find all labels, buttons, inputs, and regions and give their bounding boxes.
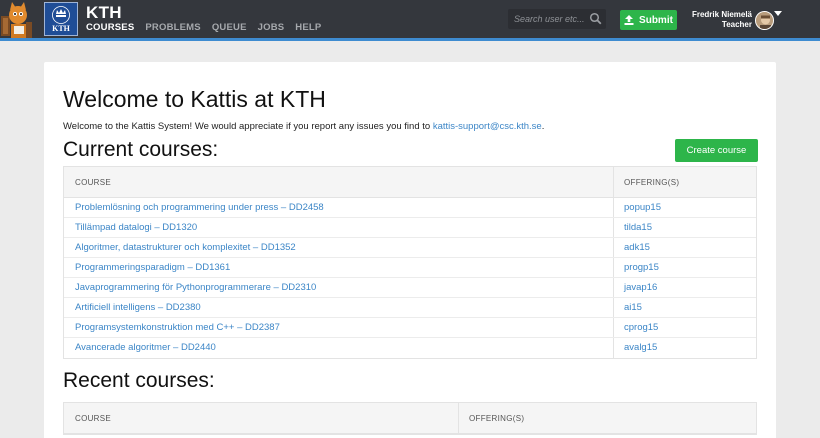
table-row: Algoritmer, datastrukturer och komplexit… <box>64 238 756 258</box>
nav-courses[interactable]: COURSES <box>86 22 134 33</box>
current-courses-table: COURSE OFFERING(S) Problemlösning och pr… <box>63 166 757 359</box>
column-divider <box>613 318 614 337</box>
course-link[interactable]: Algoritmer, datastrukturer och komplexit… <box>75 242 296 253</box>
intro-end: . <box>541 121 545 132</box>
page-title: Welcome to Kattis at KTH <box>63 86 326 112</box>
column-divider <box>613 258 614 277</box>
table-row: Problemlösning och programmering under p… <box>64 198 756 218</box>
search-input[interactable] <box>514 12 588 26</box>
offering-link[interactable]: avalg15 <box>624 342 657 353</box>
top-navbar: KTH KTH COURSES PROBLEMS QUEUE JOBS HELP… <box>0 0 820 38</box>
column-divider <box>613 238 614 257</box>
column-divider <box>613 338 614 358</box>
nav-queue[interactable]: QUEUE <box>212 22 247 33</box>
search-icon[interactable] <box>589 12 602 25</box>
column-divider <box>613 198 614 217</box>
column-divider <box>458 403 459 433</box>
offering-link[interactable]: tilda15 <box>624 222 652 233</box>
column-header-course[interactable]: COURSE <box>75 178 111 187</box>
course-link[interactable]: Artificiell intelligens – DD2380 <box>75 302 201 313</box>
site-brand[interactable]: KTH <box>86 3 122 23</box>
nav-jobs[interactable]: JOBS <box>258 22 285 33</box>
course-link[interactable]: Programsystemkonstruktion med C++ – DD23… <box>75 322 280 333</box>
recent-courses-title: Recent courses: <box>63 369 215 392</box>
kth-logo[interactable]: KTH <box>44 2 78 36</box>
table-row: Tillämpad datalogi – DD1320 tilda15 <box>64 218 756 238</box>
intro-message: Welcome to the Kattis System! We would a… <box>63 121 433 132</box>
column-header-offerings[interactable]: OFFERING(S) <box>469 414 524 423</box>
submit-label: Submit <box>639 14 673 26</box>
user-role: Teacher <box>721 20 752 29</box>
avatar[interactable] <box>755 11 774 30</box>
column-header-offerings[interactable]: OFFERING(S) <box>624 178 679 187</box>
main-nav: COURSES PROBLEMS QUEUE JOBS HELP <box>86 22 332 33</box>
recent-courses-table: COURSE OFFERING(S) <box>63 402 757 435</box>
course-link[interactable]: Programmeringsparadigm – DD1361 <box>75 262 230 273</box>
content-card: Welcome to Kattis at KTH Welcome to the … <box>44 62 776 438</box>
offering-link[interactable]: cprog15 <box>624 322 658 333</box>
chevron-down-icon[interactable] <box>774 11 782 16</box>
navbar-accent-bar <box>0 38 820 41</box>
intro-text: Welcome to the Kattis System! We would a… <box>63 121 544 132</box>
nav-problems[interactable]: PROBLEMS <box>145 22 200 33</box>
current-courses-title: Current courses: <box>63 138 219 161</box>
table-row: Javaprogrammering för Pythonprogrammerar… <box>64 278 756 298</box>
search-box <box>508 9 606 29</box>
table-row: Avancerade algoritmer – DD2440 avalg15 <box>64 338 756 358</box>
table-row: Programmeringsparadigm – DD1361 progp15 <box>64 258 756 278</box>
logo-text: KTH <box>52 23 70 33</box>
user-name: Fredrik Niemelä <box>691 10 752 19</box>
table-header: COURSE OFFERING(S) <box>64 167 756 198</box>
offering-link[interactable]: progp15 <box>624 262 659 273</box>
offering-link[interactable]: javap16 <box>624 282 657 293</box>
offering-link[interactable]: ai15 <box>624 302 642 313</box>
submit-button[interactable]: Submit <box>620 10 677 30</box>
kattis-mascot-icon[interactable] <box>0 0 34 38</box>
nav-help[interactable]: HELP <box>295 22 321 33</box>
course-link[interactable]: Tillämpad datalogi – DD1320 <box>75 222 197 233</box>
table-row: Artificiell intelligens – DD2380 ai15 <box>64 298 756 318</box>
column-divider <box>613 167 614 197</box>
column-divider <box>613 298 614 317</box>
column-divider <box>613 218 614 237</box>
upload-icon <box>624 15 634 25</box>
course-link[interactable]: Problemlösning och programmering under p… <box>75 202 324 213</box>
table-row: Programsystemkonstruktion med C++ – DD23… <box>64 318 756 338</box>
kth-crown-icon <box>52 5 70 24</box>
column-header-course[interactable]: COURSE <box>75 414 111 423</box>
user-menu[interactable]: Fredrik Niemelä Teacher <box>686 10 752 30</box>
create-course-button[interactable]: Create course <box>675 139 758 162</box>
table-header: COURSE OFFERING(S) <box>64 403 756 434</box>
course-link[interactable]: Javaprogrammering för Pythonprogrammerar… <box>75 282 316 293</box>
column-divider <box>613 278 614 297</box>
offering-link[interactable]: adk15 <box>624 242 650 253</box>
course-link[interactable]: Avancerade algoritmer – DD2440 <box>75 342 216 353</box>
offering-link[interactable]: popup15 <box>624 202 661 213</box>
support-email-link[interactable]: kattis-support@csc.kth.se <box>433 121 542 132</box>
